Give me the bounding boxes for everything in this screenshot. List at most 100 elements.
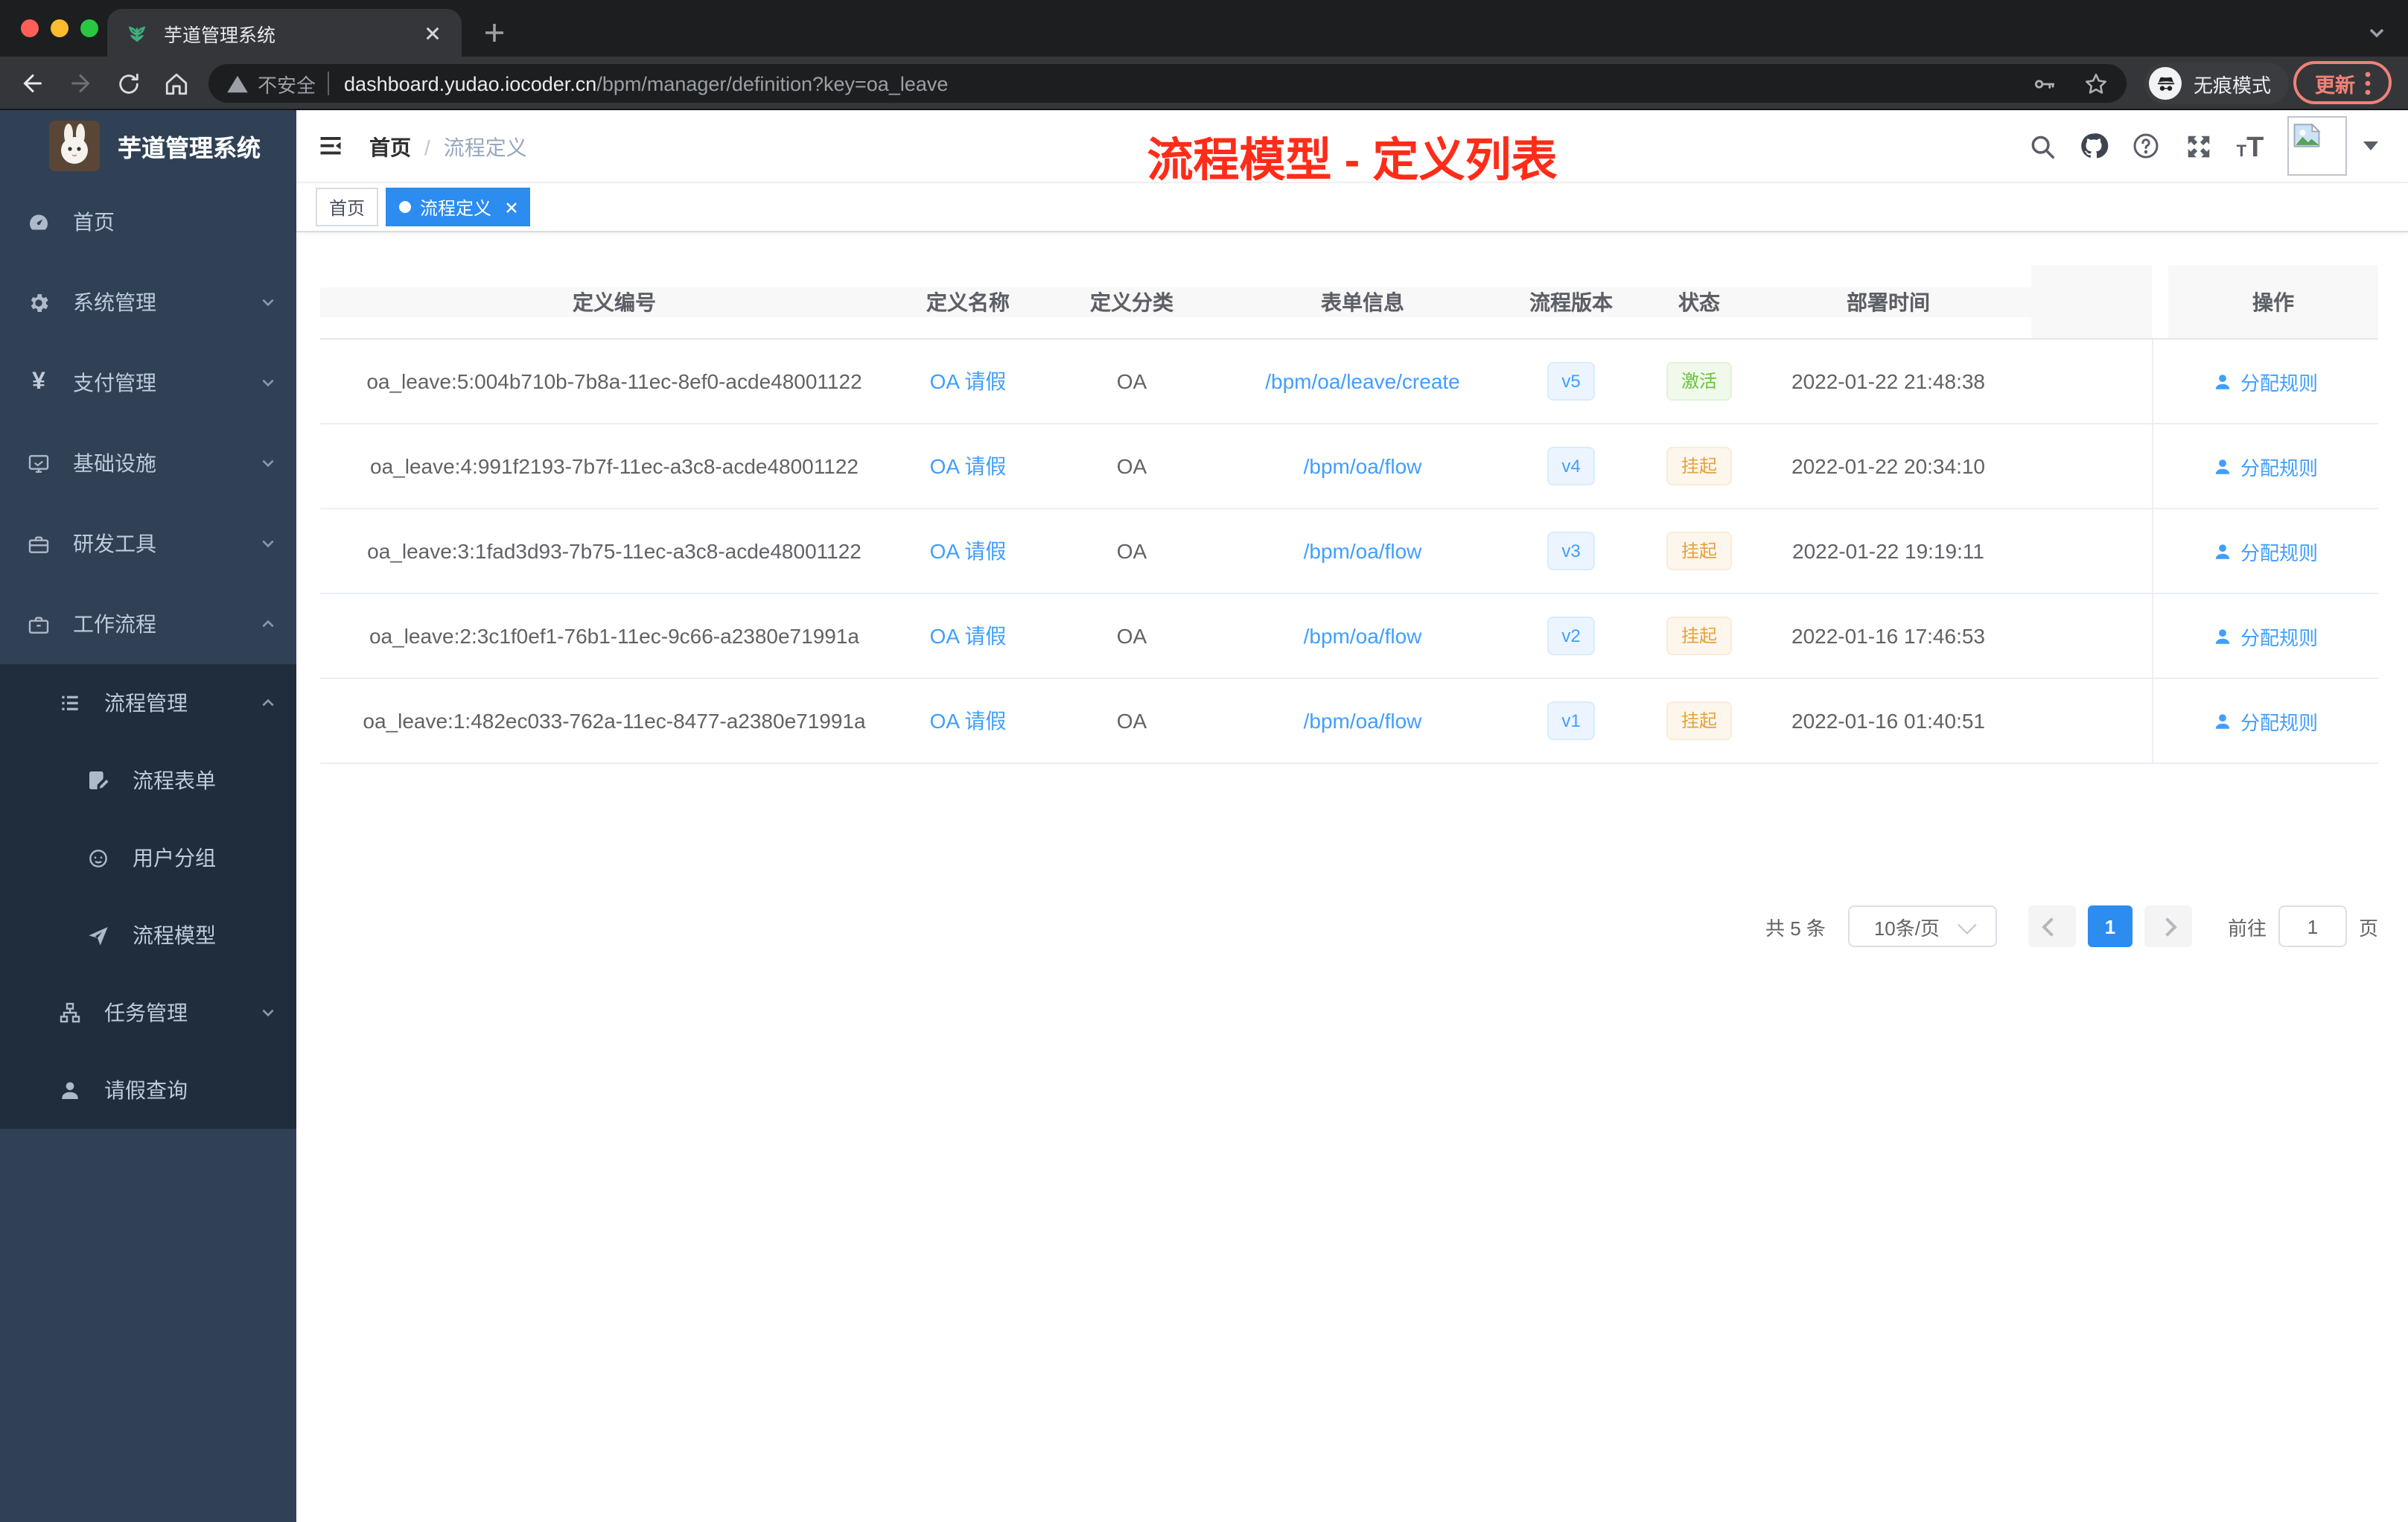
assign-user-icon — [2216, 374, 2231, 389]
browser-tabstrip: 芋道管理系统 — [0, 0, 2408, 57]
breadcrumb-home[interactable]: 首页 — [369, 133, 411, 162]
sidebar-item-system[interactable]: 系统管理 — [0, 262, 296, 343]
sidebar-item-process-model[interactable]: 流程模型 — [0, 897, 296, 974]
assign-rule-link[interactable]: 分配规则 — [2240, 452, 2318, 480]
briefcase-icon — [27, 612, 51, 636]
address-bar[interactable]: 不安全 dashboard.yudao.iocoder.cn/bpm/manag… — [208, 64, 2127, 103]
definition-name-link[interactable]: OA 请假 — [930, 454, 1007, 478]
table-row: oa_leave:3:1fad3d93-7b75-11ec-a3c8-acde4… — [320, 509, 2378, 594]
sidebar-item-dev-tools[interactable]: 研发工具 — [0, 503, 296, 584]
tab-search-chevron-icon[interactable] — [2362, 18, 2392, 48]
column-header: 状态 — [1653, 287, 1745, 316]
version-badge: v2 — [1547, 617, 1596, 655]
page-number-button[interactable]: 1 — [2087, 905, 2133, 947]
assign-rule-link[interactable]: 分配规则 — [2240, 537, 2318, 565]
tag-process-definition[interactable]: 流程定义 — [386, 188, 531, 226]
column-header: 定义名称 — [908, 287, 1028, 316]
browser-tab[interactable]: 芋道管理系统 — [107, 9, 462, 57]
chevron-right-icon — [2159, 917, 2178, 936]
assign-rule-link[interactable]: 分配规则 — [2240, 367, 2318, 395]
forward-icon[interactable] — [66, 69, 95, 98]
sidebar-item-payment[interactable]: ¥ 支付管理 — [0, 343, 296, 423]
workflow-submenu: 流程管理 流程表单 用户分组 流程模型 任务管理 请假查询 — [0, 664, 296, 1129]
not-secure-label[interactable]: 不安全 — [258, 69, 316, 98]
column-header: 流程版本 — [1489, 287, 1653, 316]
sidebar-item-leave-query[interactable]: 请假查询 — [0, 1051, 296, 1129]
sidebar-item-label: 系统管理 — [73, 290, 156, 314]
cell-category: OA — [1116, 369, 1147, 393]
assign-rule-link[interactable]: 分配规则 — [2240, 707, 2318, 735]
sidebar-logo[interactable]: 芋道管理系统 — [0, 110, 296, 182]
sidebar-item-label: 支付管理 — [73, 371, 156, 395]
github-icon[interactable] — [2079, 131, 2109, 161]
sidebar-item-workflow[interactable]: 工作流程 — [0, 584, 296, 664]
next-page-button[interactable] — [2144, 905, 2192, 947]
tab-close-icon[interactable] — [420, 21, 444, 45]
macos-zoom-button[interactable] — [80, 19, 98, 37]
form-info-link[interactable]: /bpm/oa/flow — [1304, 624, 1422, 648]
cell-definition-id: oa_leave:2:3c1f0ef1-76b1-11ec-9c66-a2380… — [369, 624, 859, 648]
page-size-value: 10条/页 — [1873, 917, 1940, 939]
sidebar-fold-icon[interactable] — [317, 133, 344, 159]
chevron-left-icon — [2042, 917, 2062, 936]
assign-rule-link[interactable]: 分配规则 — [2240, 622, 2318, 650]
sidebar-item-home[interactable]: 首页 — [0, 182, 296, 262]
sidebar-item-label: 流程模型 — [133, 923, 216, 947]
prev-page-button[interactable] — [2028, 905, 2076, 947]
app-window: 芋道管理系统 首页 系统管理 ¥ 支付管理 基础设施 研发工具 工作流程 流程管… — [0, 110, 2408, 1522]
tags-view-bar: 首页 流程定义 — [296, 182, 2408, 232]
goto-page-input[interactable] — [2278, 905, 2347, 947]
sidebar-item-infrastructure[interactable]: 基础设施 — [0, 423, 296, 503]
pagination: 共 5 条 10条/页 1 前往 页 — [320, 905, 2378, 947]
password-key-icon[interactable] — [2031, 71, 2057, 96]
url-host: dashboard.yudao.iocoder.cn — [344, 72, 597, 95]
definition-name-link[interactable]: OA 请假 — [930, 709, 1007, 733]
column-header: 部署时间 — [1745, 287, 2031, 316]
tag-close-icon[interactable] — [502, 198, 520, 216]
sidebar-item-label: 首页 — [73, 210, 115, 234]
browser-menu-dots-icon[interactable] — [2364, 71, 2370, 95]
breadcrumb-separator: / — [424, 136, 430, 159]
url-divider — [328, 71, 330, 95]
form-info-link[interactable]: /bpm/oa/flow — [1304, 454, 1422, 478]
definition-name-link[interactable]: OA 请假 — [930, 624, 1007, 648]
assign-user-icon — [2216, 544, 2231, 558]
back-icon[interactable] — [18, 69, 48, 98]
assign-user-icon — [2216, 713, 2231, 728]
update-button[interactable]: 更新 — [2293, 61, 2392, 104]
macos-minimize-button[interactable] — [51, 19, 69, 37]
sidebar-item-task-management[interactable]: 任务管理 — [0, 974, 296, 1051]
page-size-select[interactable]: 10条/页 — [1847, 905, 1997, 947]
avatar-dropdown-caret-icon[interactable] — [2363, 141, 2378, 150]
sidebar-item-user-group[interactable]: 用户分组 — [0, 819, 296, 897]
bookmark-star-icon[interactable] — [2083, 71, 2109, 96]
form-info-link[interactable]: /bpm/oa/flow — [1304, 709, 1422, 733]
chevron-up-icon — [262, 698, 274, 707]
status-badge: 挂起 — [1666, 447, 1732, 485]
form-info-link[interactable]: /bpm/oa/leave/create — [1265, 369, 1460, 393]
cell-category: OA — [1116, 539, 1147, 563]
sidebar-item-process-management[interactable]: 流程管理 — [0, 664, 296, 742]
breadcrumb-current: 流程定义 — [443, 136, 527, 159]
table-row: oa_leave:5:004b710b-7b8a-11ec-8ef0-acde4… — [320, 340, 2378, 424]
home-icon[interactable] — [161, 69, 191, 98]
list-icon — [58, 691, 82, 715]
logo-title: 芋道管理系统 — [118, 137, 261, 162]
fullscreen-icon[interactable] — [2183, 131, 2213, 161]
search-icon[interactable] — [2027, 131, 2057, 161]
question-icon[interactable] — [2131, 131, 2161, 161]
definition-name-link[interactable]: OA 请假 — [930, 369, 1007, 393]
reload-icon[interactable] — [113, 69, 143, 98]
avatar[interactable] — [2287, 116, 2347, 176]
font-size-icon[interactable]: TT — [2235, 131, 2265, 162]
active-dot-icon — [399, 201, 412, 213]
form-info-link[interactable]: /bpm/oa/flow — [1304, 539, 1422, 563]
sidebar-item-process-form[interactable]: 流程表单 — [0, 742, 296, 819]
definition-name-link[interactable]: OA 请假 — [930, 539, 1007, 563]
tag-home[interactable]: 首页 — [316, 188, 379, 226]
macos-close-button[interactable] — [21, 19, 39, 37]
sidebar-item-label: 基础设施 — [73, 451, 156, 475]
form-icon — [86, 768, 110, 792]
tree-icon — [58, 1001, 82, 1025]
new-tab-icon[interactable] — [477, 15, 512, 51]
